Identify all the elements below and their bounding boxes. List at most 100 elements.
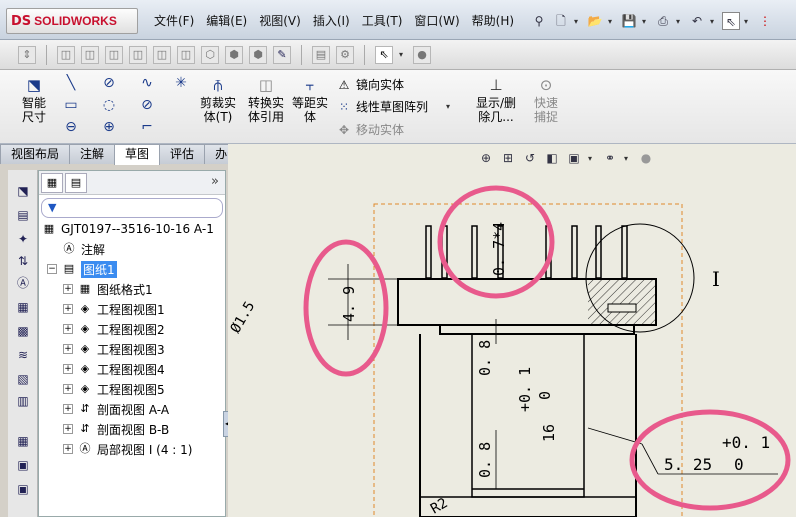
view-orient-icon[interactable]: ⇕ [18,45,36,64]
circle-icon[interactable]: ⊘ [100,74,118,92]
new-dropdown-icon[interactable]: ▾ [574,17,582,26]
undo-icon[interactable]: ↶ [688,12,706,30]
view-tool-icon[interactable]: ▣ [14,480,32,498]
block-icon[interactable]: ▥ [14,392,32,410]
model-items-icon[interactable]: ⬔ [14,182,32,200]
dim-08-lower-text[interactable]: 0. 8 [476,442,494,478]
select-filter-dropdown-icon[interactable]: ▾ [399,50,407,59]
menu-tools[interactable]: 工具(T) [356,8,409,34]
menu-help[interactable]: 帮助(H) [466,8,520,34]
view-right-icon[interactable]: ◫ [129,45,147,64]
graphics-area[interactable]: ⊕ ⊞ ↺ ◧ ▣ ▾ ⚭ ▾ ● 0. 7*4 4. 9 Ø1.5 0. 8 … [228,144,796,517]
tol2-plus-text[interactable]: +0. 1 [722,433,770,452]
dim-16-text[interactable]: 16 [540,424,558,442]
property-manager-tab-icon[interactable]: ▤ [65,172,87,193]
smart-dimension-button[interactable]: ⬔ 智能尺寸 [14,76,54,124]
tab-sketch[interactable]: 草图 [114,144,161,165]
solidworks-logo[interactable]: DS SOLIDWORKS [6,8,138,34]
tab-view-layout[interactable]: 视图布局 [0,144,71,164]
appearance-icon[interactable]: ● [413,45,431,64]
point-icon[interactable]: ✳ [172,74,190,92]
tol2-zero-text[interactable]: 0 [734,455,744,474]
tree-item[interactable]: + ◈ 工程图视图3 [63,339,165,359]
polygon-icon[interactable]: ⊕ [100,118,118,136]
tree-item[interactable]: + ◈ 工程图视图4 [63,359,165,379]
expand-icon[interactable]: + [63,304,73,314]
print-icon[interactable]: ⎙ [654,12,672,30]
quick-snaps-button[interactable]: ⊙ 快速捕捉 [526,76,566,124]
new-document-icon[interactable]: 🗋 [552,12,570,30]
expand-icon[interactable]: + [63,404,73,414]
traffic-light-icon[interactable]: ⋮ [756,12,774,30]
tree-item[interactable]: + ▦ 图纸格式1 [63,279,153,299]
tree-item[interactable]: + Ⓐ 局部视图 I (4 : 1) [63,439,192,459]
open-dropdown-icon[interactable]: ▾ [608,17,616,26]
layer-icon[interactable]: ▧ [14,370,32,388]
expand-icon[interactable]: + [63,384,73,394]
select-icon[interactable]: ⇖ [375,45,393,64]
sheet-tool-icon[interactable]: ▣ [14,456,32,474]
pin-icon[interactable]: ⚲ [530,12,548,30]
tree-item[interactable]: Ⓐ 注解 [47,239,105,259]
properties-icon[interactable]: ▤ [312,45,330,64]
view-left-icon[interactable]: ◫ [105,45,123,64]
mirror-entities-button[interactable]: ⚠ 镜向实体 [336,76,404,93]
tree-item[interactable]: + ◈ 工程图视图1 [63,299,165,319]
menu-edit[interactable]: 编辑(E) [200,8,253,34]
note-icon[interactable]: ▤ [14,206,32,224]
tree-item[interactable]: − ▤ 图纸1 [47,259,117,279]
filter-field[interactable]: ▼ [41,198,223,218]
tol-plus-text[interactable]: +0. 1 [516,367,534,412]
dim-08-upper-text[interactable]: 0. 8 [476,340,494,376]
select-arrow-icon[interactable]: ⇖ [722,12,740,30]
expand-icon[interactable]: + [63,284,73,294]
move-entities-button[interactable]: ✥ 移动实体 [336,121,404,138]
menu-insert[interactable]: 插入(I) [307,8,356,34]
dim-525-text[interactable]: 5. 25 [664,455,712,474]
options-icon[interactable]: ⚙ [336,45,354,64]
tab-evaluate[interactable]: 评估 [159,144,206,164]
tol-zero-text[interactable]: 0 [536,391,554,400]
display-delete-relations-button[interactable]: ⊥ 显示/删除几... [470,76,522,124]
tree-root[interactable]: ▦ GJT0197--3516-10-16 A-1 [41,219,214,239]
tree-item[interactable]: + ◈ 工程图视图2 [63,319,165,339]
save-dropdown-icon[interactable]: ▾ [642,17,650,26]
save-icon[interactable]: 💾 [620,12,638,30]
line-icon[interactable]: ╲ [62,74,80,92]
view-back-icon[interactable]: ◫ [81,45,99,64]
view-front-icon[interactable]: ◫ [57,45,75,64]
tree-item[interactable]: + ⇵ 剖面视图 A-A [63,399,169,419]
detail-label-text[interactable]: I [712,267,720,291]
select-dropdown-icon[interactable]: ▾ [744,17,752,26]
r2-text[interactable]: R2 [428,495,451,517]
print-dropdown-icon[interactable]: ▾ [676,17,684,26]
view-iso-icon[interactable]: ⬡ [201,45,219,64]
dim-top-text[interactable]: 0. 7*4 [490,222,508,276]
expand-icon[interactable]: + [63,344,73,354]
arc-icon[interactable]: ◌ [100,96,118,114]
menu-view[interactable]: 视图(V) [253,8,307,34]
menu-file[interactable]: 文件(F) [148,8,200,34]
collapse-icon[interactable]: − [47,264,57,274]
expand-icon[interactable]: + [63,324,73,334]
trim-entities-button[interactable]: ⫚ 剪裁实体(T) [196,76,240,124]
offset-entities-button[interactable]: ⫟ 等距实体 [290,76,330,124]
expand-icon[interactable]: + [63,444,73,454]
hatch-icon[interactable]: ▩ [14,322,32,340]
dimension-icon[interactable]: ⇅ [14,252,32,270]
expand-icon[interactable]: + [63,364,73,374]
tab-annotation[interactable]: 注解 [69,144,116,164]
balloon-icon[interactable]: ✦ [14,230,32,248]
expand-icon[interactable]: + [63,424,73,434]
dim-left-text[interactable]: 4. 9 [340,286,358,322]
rectangle-icon[interactable]: ▭ [62,96,80,114]
ellipse-icon[interactable]: ⊘ [138,96,156,114]
linear-pattern-button[interactable]: ⁙ 线性草图阵列 ▾ [336,98,454,115]
slot-icon[interactable]: ⊖ [62,118,80,136]
fillet-icon[interactable]: ⌐ [138,118,156,136]
view-dimetric-icon[interactable]: ⬢ [249,45,267,64]
tree-item[interactable]: + ◈ 工程图视图5 [63,379,165,399]
spline-icon[interactable]: ∿ [138,74,156,92]
expand-panel-icon[interactable]: » [211,174,219,189]
undo-dropdown-icon[interactable]: ▾ [710,17,718,26]
